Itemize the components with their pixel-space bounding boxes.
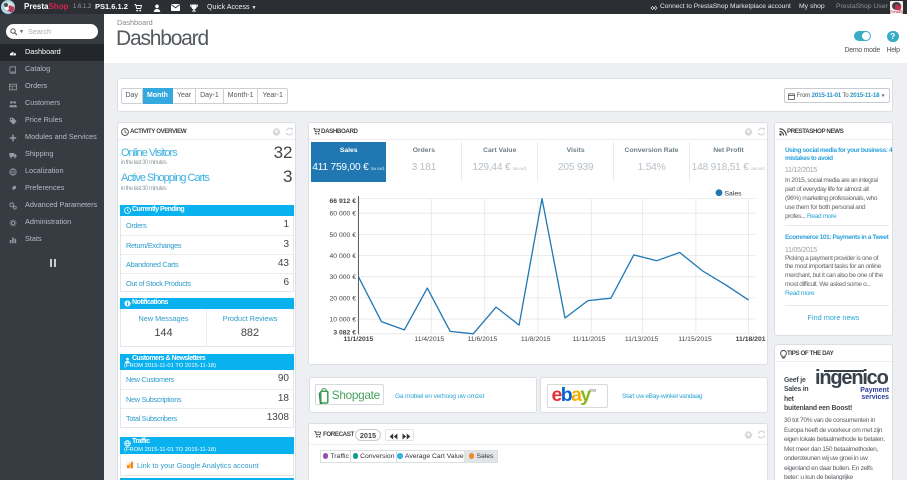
svg-text:11/15/2015: 11/15/2015 (678, 336, 712, 343)
svg-text:11/4/2015: 11/4/2015 (414, 336, 444, 343)
svg-text:30 000 €: 30 000 € (330, 274, 357, 281)
svg-text:11/18/201: 11/18/201 (736, 336, 766, 343)
svg-text:11/8/2015: 11/8/2015 (521, 336, 551, 343)
svg-text:40 000 €: 40 000 € (330, 253, 357, 260)
svg-text:11/6/2015: 11/6/2015 (468, 336, 498, 343)
svg-text:Sales: Sales (725, 190, 743, 197)
svg-text:60 000 €: 60 000 € (330, 211, 357, 218)
svg-text:50 000 €: 50 000 € (330, 232, 357, 239)
svg-text:66 912 €: 66 912 € (330, 198, 357, 205)
svg-text:11/13/2015: 11/13/2015 (625, 336, 659, 343)
svg-text:20 000 €: 20 000 € (330, 295, 357, 302)
svg-text:11/11/2015: 11/11/2015 (572, 336, 605, 343)
svg-text:11/1/2015: 11/1/2015 (343, 336, 373, 343)
svg-text:10 000 €: 10 000 € (330, 317, 357, 324)
